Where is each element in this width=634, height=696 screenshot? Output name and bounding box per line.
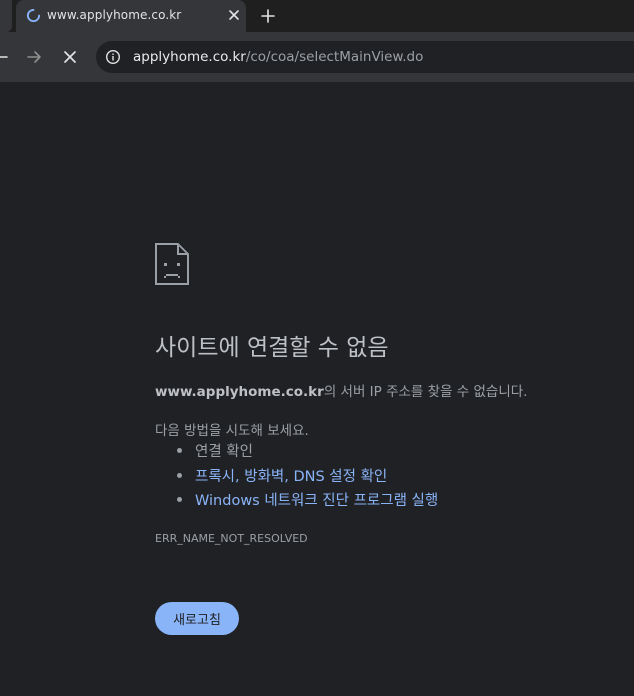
url-text[interactable]: applyhome.co.kr/co/coa/selectMainView.do <box>133 49 423 65</box>
bullet <box>177 448 182 453</box>
suggestion-label: 연결 확인 <box>195 444 253 460</box>
suggestion-check-proxy: 프록시, 방화벽, DNS 설정 확인 <box>177 465 438 490</box>
tab-title: www.applyhome.co.kr <box>47 8 182 22</box>
network-diagnostics-link[interactable]: Windows 네트워크 진단 프로그램 실행 <box>195 493 438 509</box>
browser-toolbar: applyhome.co.kr/co/coa/selectMainView.do <box>0 32 634 82</box>
url-host: applyhome.co.kr <box>133 49 246 65</box>
active-tab[interactable]: www.applyhome.co.kr <box>16 0 246 32</box>
error-page: 사이트에 연결할 수 없음 www.applyhome.co.kr의 서버 IP… <box>0 82 634 696</box>
suggestion-run-diagnostics: Windows 네트워크 진단 프로그램 실행 <box>177 489 438 514</box>
proxy-settings-link[interactable]: 프록시, 방화벽, DNS 설정 확인 <box>195 469 387 485</box>
suggestions-heading: 다음 방법을 시도해 보세요. <box>155 423 309 439</box>
back-arrow-icon[interactable] <box>0 48 8 66</box>
error-code: ERR_NAME_NOT_RESOLVED <box>155 532 308 545</box>
bullet <box>177 472 182 478</box>
address-bar[interactable]: applyhome.co.kr/co/coa/selectMainView.do <box>96 41 634 73</box>
tab-strip: www.applyhome.co.kr <box>0 0 634 32</box>
sad-document-icon <box>155 243 189 285</box>
suggestions-list: 연결 확인 프록시, 방화벽, DNS 설정 확인 Windows 네트워크 진… <box>177 440 438 514</box>
error-description-text: 의 서버 IP 주소를 찾을 수 없습니다. <box>323 384 528 400</box>
stop-icon[interactable] <box>61 48 79 66</box>
spinner-icon <box>26 8 41 23</box>
forward-arrow-icon[interactable] <box>25 48 43 66</box>
plus-icon[interactable] <box>257 5 279 27</box>
suggestion-check-connection: 연결 확인 <box>177 440 438 465</box>
url-path: /co/coa/selectMainView.do <box>245 49 424 65</box>
reload-button[interactable]: 새로고침 <box>155 602 239 635</box>
close-icon[interactable] <box>226 7 242 23</box>
error-host: www.applyhome.co.kr <box>155 384 324 400</box>
previous-tab-edge[interactable] <box>0 0 12 32</box>
error-title: 사이트에 연결할 수 없음 <box>155 335 389 361</box>
bullet <box>177 497 182 502</box>
info-icon[interactable] <box>105 49 121 65</box>
error-description: www.applyhome.co.kr의 서버 IP 주소를 찾을 수 없습니다… <box>155 380 527 400</box>
